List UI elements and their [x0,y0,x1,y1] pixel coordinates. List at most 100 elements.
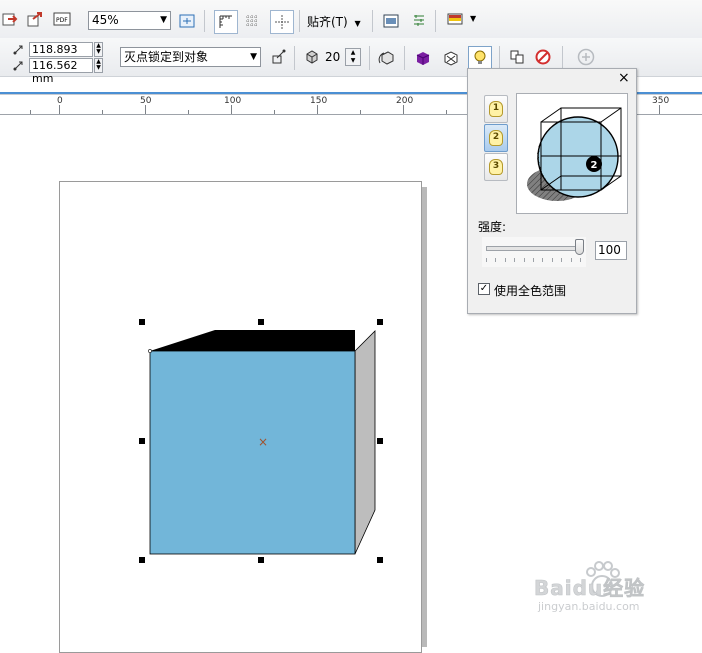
position-y-field[interactable]: 116.562 mm [29,58,93,85]
application-launcher-icon[interactable] [445,10,465,30]
position-x-icon [12,42,26,59]
close-icon: × [618,70,630,86]
show-rulers-icon[interactable] [214,10,238,34]
ruler-tick [59,105,60,114]
publish-pdf-icon[interactable]: PDF [52,9,72,29]
slider-thumb[interactable] [575,239,584,255]
snap-to-menu[interactable]: 贴齐(T) ▼ [307,13,361,30]
toolbar-separator [562,46,563,70]
depth-value: 20 [325,50,341,64]
ruler-tick [446,110,447,114]
toolbar-separator [499,46,500,70]
full-screen-preview-icon[interactable] [177,11,197,31]
ruler-label: 200 [396,96,414,106]
ruler-tick [30,110,31,114]
selection-handle-bottom[interactable] [258,557,264,563]
ruler-tick [403,105,404,114]
selection-handle-left[interactable] [139,438,145,444]
position-y-spinner[interactable]: ▲ ▼ [94,58,103,73]
slider-tick [533,258,534,262]
close-button[interactable]: × [618,71,630,85]
position-y-value: 116.562 mm [32,59,78,85]
ruler-label: 50 [140,96,152,106]
toolbar-separator [204,10,205,32]
lighting-preview[interactable]: 2 [516,93,628,214]
ruler-tick [274,110,275,114]
selection-handle-top[interactable] [258,319,264,325]
slider-tick [561,258,563,262]
full-color-label[interactable]: 使用全色范围 [494,282,566,299]
vanishing-point-combo[interactable]: 灭点锁定到对象 ▼ [120,47,261,67]
cube-top-face[interactable] [150,330,355,351]
full-color-checkbox[interactable]: ✓ [478,283,490,295]
zoom-level-value: 45% [92,13,119,27]
zoom-level-combo[interactable]: 45% ▼ [88,11,171,30]
ruler-tick [317,105,318,114]
selection-handle-bottom-left[interactable] [139,557,145,563]
extrude-color-icon[interactable] [413,48,433,68]
selection-handle-top-left[interactable] [139,319,145,325]
check-icon: ✓ [479,283,489,294]
intensity-value: 100 [598,243,621,257]
selection-handle-right[interactable] [377,438,383,444]
toolbar-separator [294,46,295,70]
light-bulb-icon: 3 [489,159,503,175]
light-1-button[interactable]: 1 [484,95,508,123]
welcome-screen-icon[interactable] [381,11,401,31]
import-icon[interactable] [0,9,20,29]
extruded-cube[interactable]: × [140,320,390,565]
selection-handle-top-right[interactable] [377,319,383,325]
light-bulb-icon: 2 [489,130,503,146]
copy-vanishing-point-icon[interactable] [268,47,288,67]
light-bulb-icon: 1 [489,101,503,117]
ruler-tick [360,110,361,114]
options-icon[interactable] [409,11,429,31]
slider-tick [486,258,487,262]
extrude-rotation-icon[interactable] [377,48,397,68]
position-x-spinner[interactable]: ▲ ▼ [94,42,103,57]
chevron-down-icon[interactable]: ▼ [470,14,476,23]
ruler-label: 0 [57,96,63,106]
chevron-down-icon: ▼ [160,15,167,25]
slider-tick [570,258,572,262]
cube-front-face[interactable] [149,350,356,555]
slider-tick [580,258,581,262]
toolbar-separator [435,10,436,32]
anchor-node[interactable] [148,349,152,353]
watermark-brand: Baidu经验 [534,576,646,601]
chevron-down-icon: ▼ [354,19,361,28]
intensity-label: 强度: [478,220,507,234]
extrude-lighting-panel: × 1 2 3 2 强度: 100 ✓ 使用全色范围 [467,68,637,314]
intensity-field[interactable]: 100 [595,241,627,260]
depth-field[interactable]: 20 [322,48,344,66]
toolbar-separator [372,10,373,32]
slider-tick [542,258,544,262]
show-guidelines-icon[interactable] [270,10,294,34]
copy-extrude-properties-icon[interactable] [507,47,527,67]
ruler-tick [102,110,103,114]
export-icon[interactable] [25,9,45,29]
center-mark[interactable]: × [258,435,268,449]
standard-toolbar: PDF 45% ▼ 贴齐(T) ▼ ▼ [0,0,702,39]
light-position-number: 2 [591,160,598,171]
watermark-url: jingyan.baidu.com [538,600,640,613]
selection-handle-bottom-right[interactable] [377,557,383,563]
light-2-button[interactable]: 2 [484,124,508,152]
light-3-button[interactable]: 3 [484,153,508,181]
intensity-slider[interactable] [482,237,586,267]
show-grid-icon[interactable] [242,11,262,31]
slider-tick [551,258,553,262]
ruler-tick [659,105,660,114]
cube-side-face[interactable] [354,330,376,555]
ruler-label: 150 [310,96,328,106]
position-x-field[interactable]: 118.893 mm [29,42,93,69]
slider-tick [523,258,525,262]
extrude-lighting-icon[interactable] [468,46,492,70]
slider-tick [514,258,516,262]
slider-track [486,246,582,251]
depth-spinner[interactable]: ▲ ▼ [345,48,361,66]
extrude-bevel-icon[interactable] [441,48,461,68]
svg-text:PDF: PDF [56,17,68,24]
add-preset-icon[interactable] [576,47,596,67]
clear-extrude-icon[interactable] [533,47,553,67]
